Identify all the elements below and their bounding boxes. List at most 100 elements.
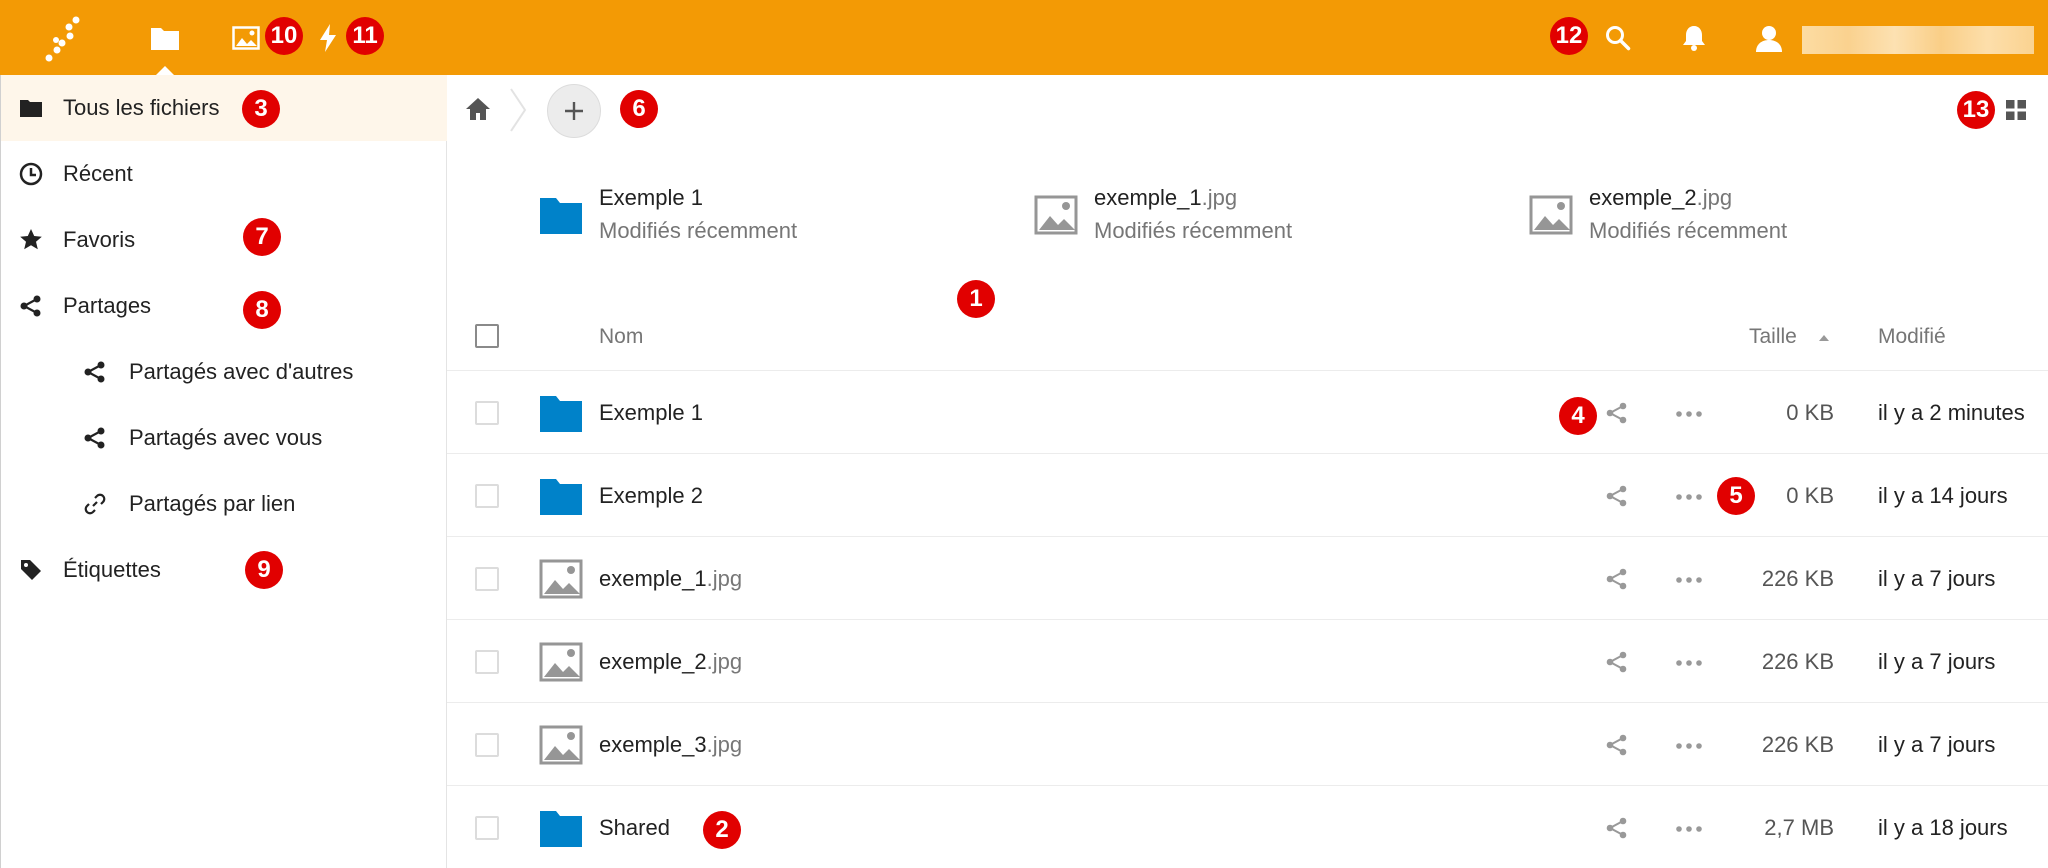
breadcrumb-separator [510,88,527,132]
nextcloud-logo-icon[interactable] [34,10,90,66]
column-header-size[interactable]: Taille [1749,325,1797,349]
table-row[interactable]: Exemple 2 0 KB il y a 14 jours [447,455,2048,537]
plus-icon [565,102,583,120]
sidebar-item-label: Partagés avec d'autres [129,359,354,384]
file-size: 0 KB [1786,400,1834,425]
file-name[interactable]: exemple_2.jpg [599,649,742,675]
sidebar-item-label: Étiquettes [63,557,161,582]
folder-icon [19,96,43,120]
row-checkbox[interactable] [475,650,499,674]
controls-bar [447,75,2048,145]
image-icon [539,642,583,682]
file-name[interactable]: Exemple 1 [599,400,703,426]
share-icon [83,360,107,384]
recent-item-subtitle: Modifiés récemment [1094,218,1293,243]
share-icon[interactable] [1605,816,1629,840]
annotation-badge: 10 [265,17,303,55]
file-modified: il y a 7 jours [1878,732,1996,757]
sidebar-item-favorites[interactable]: Favoris [1,207,447,273]
grid-view-toggle[interactable] [2005,99,2027,121]
file-modified: il y a 7 jours [1878,566,1996,591]
sidebar-item-shares[interactable]: Partages [1,273,447,339]
search-icon[interactable] [1604,24,1632,52]
file-name[interactable]: exemple_1.jpg [599,566,742,592]
app-navigation: Tous les fichiers Récent Favoris Partage… [0,75,447,868]
annotation-badge: 2 [703,811,741,849]
file-name[interactable]: exemple_3.jpg [599,732,742,758]
share-icon[interactable] [1605,401,1629,425]
image-icon[interactable] [232,24,260,52]
share-icon[interactable] [1605,567,1629,591]
table-row[interactable]: exemple_2.jpg 226 KB il y a 7 jours [447,621,2048,703]
recent-item[interactable]: Exemple 1 Modifiés récemment [539,185,919,255]
annotation-badge: 4 [1559,397,1597,435]
annotation-badge: 8 [243,291,281,329]
folder-icon [540,396,582,432]
tag-icon [19,558,43,582]
file-name[interactable]: Shared [599,815,670,841]
share-icon[interactable] [1605,733,1629,757]
share-icon[interactable] [1605,650,1629,674]
file-name[interactable]: Exemple 2 [599,483,703,509]
user-icon[interactable] [1754,23,1784,53]
share-icon[interactable] [1605,484,1629,508]
sidebar-item-recent[interactable]: Récent [1,141,447,207]
recent-item-subtitle: Modifiés récemment [1589,218,1788,243]
row-checkbox[interactable] [475,401,499,425]
sidebar-item-shared-by-link[interactable]: Partagés par lien [1,471,447,537]
sidebar-item-tags[interactable]: Étiquettes [1,537,447,603]
more-actions-icon[interactable] [1675,659,1703,667]
select-all-checkbox[interactable] [475,324,499,348]
more-actions-icon[interactable] [1675,576,1703,584]
bell-icon[interactable] [1680,23,1708,53]
sidebar-item-shared-with-others[interactable]: Partagés avec d'autres [1,339,447,405]
more-actions-icon[interactable] [1675,410,1703,418]
more-actions-icon[interactable] [1675,493,1703,501]
share-icon [83,426,107,450]
more-actions-icon[interactable] [1675,742,1703,750]
grid-icon [2006,100,2026,120]
annotation-badge: 3 [242,90,280,128]
file-size: 226 KB [1761,566,1834,591]
row-checkbox[interactable] [475,733,499,757]
recent-item[interactable]: exemple_2.jpg Modifiés récemment [1529,185,1909,255]
new-file-button[interactable] [547,84,601,138]
column-header-modified[interactable]: Modifié [1878,325,1946,349]
file-size: 226 KB [1761,732,1834,757]
annotation-badge: 12 [1550,17,1588,55]
sort-ascending-icon [1819,335,1829,341]
row-checkbox[interactable] [475,484,499,508]
table-row[interactable]: Exemple 1 0 KB il y a 2 minutes [447,372,2048,454]
more-actions-icon[interactable] [1675,825,1703,833]
recent-item[interactable]: exemple_1.jpg Modifiés récemment [1034,185,1414,255]
sidebar-item-label: Partagés avec vous [129,425,323,450]
annotation-badge: 11 [346,17,384,55]
file-table-header: Nom Taille Modifié [447,301,2048,371]
annotation-badge: 7 [243,218,281,256]
image-icon [1529,195,1573,235]
home-icon[interactable] [465,97,491,123]
sidebar-item-shared-with-you[interactable]: Partagés avec vous [1,405,447,471]
row-checkbox[interactable] [475,816,499,840]
table-row[interactable]: exemple_3.jpg 226 KB il y a 7 jours [447,704,2048,786]
sidebar-item-all-files[interactable]: Tous les fichiers [1,75,447,141]
folder-icon [540,198,582,234]
recent-item-subtitle: Modifiés récemment [599,218,798,243]
link-icon [83,492,107,516]
image-icon [539,559,583,599]
column-header-name[interactable]: Nom [599,325,643,349]
active-app-indicator [156,66,174,75]
row-checkbox[interactable] [475,567,499,591]
table-row[interactable]: exemple_1.jpg 226 KB il y a 7 jours [447,538,2048,620]
sidebar-item-label: Partages [63,293,152,318]
annotation-badge: 5 [1717,477,1755,515]
sidebar-item-label: Tous les fichiers [63,95,220,120]
table-row[interactable]: Shared 2,7 MB il y a 18 jours [447,787,2048,868]
file-size: 226 KB [1761,649,1834,674]
files-app-icon[interactable] [136,0,194,75]
recent-files: Exemple 1 Modifiés récemment exemple_1.j… [447,185,2048,285]
annotation-badge: 13 [1957,91,1995,129]
clock-icon [19,162,43,186]
username-redacted[interactable] [1802,26,2034,54]
lightning-icon[interactable] [316,22,340,54]
